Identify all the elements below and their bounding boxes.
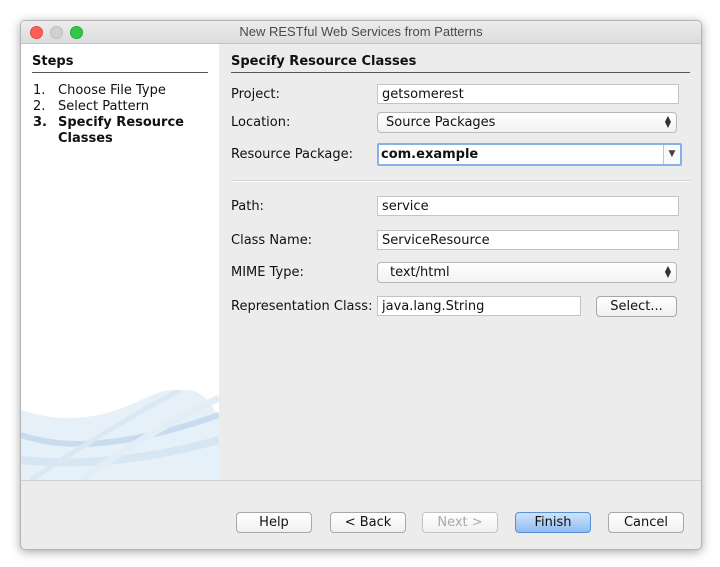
- wizard-window: New RESTful Web Services from Patterns S…: [20, 20, 702, 550]
- cancel-button[interactable]: Cancel: [608, 512, 684, 533]
- mime-type-select[interactable]: text/html ▲ ▼: [377, 262, 677, 283]
- resource-package-value[interactable]: com.example: [381, 147, 478, 162]
- project-field[interactable]: [377, 84, 679, 104]
- steps-divider: [32, 72, 208, 73]
- mime-type-value: text/html: [390, 265, 450, 280]
- select-class-button[interactable]: Select...: [596, 296, 677, 317]
- heading-divider: [231, 72, 690, 73]
- steps-heading: Steps: [32, 54, 74, 69]
- location-label: Location:: [231, 115, 291, 130]
- step-number: 2.: [33, 99, 46, 114]
- next-button[interactable]: Next >: [422, 512, 498, 533]
- step-number: 1.: [33, 83, 46, 98]
- path-field[interactable]: [377, 196, 679, 216]
- step-label: Choose File Type: [58, 83, 166, 98]
- project-label: Project:: [231, 87, 280, 102]
- resource-package-combo[interactable]: com.example ▼: [377, 143, 682, 166]
- title-bar: New RESTful Web Services from Patterns: [21, 21, 701, 44]
- select-arrows-icon: ▲ ▼: [664, 114, 671, 129]
- class-name-field[interactable]: [377, 230, 679, 250]
- select-arrows-icon: ▲ ▼: [664, 264, 671, 279]
- content-panel: Specify Resource Classes Project: Locati…: [219, 44, 701, 480]
- footer-divider: [21, 480, 701, 481]
- chevron-down-icon[interactable]: ▼: [663, 145, 680, 164]
- class-name-label: Class Name:: [231, 233, 313, 248]
- resource-package-label: Resource Package:: [231, 147, 354, 162]
- representation-class-field[interactable]: [377, 296, 581, 316]
- help-button[interactable]: Help: [236, 512, 312, 533]
- finish-button[interactable]: Finish: [515, 512, 591, 533]
- back-button[interactable]: < Back: [330, 512, 406, 533]
- location-select[interactable]: Source Packages ▲ ▼: [377, 112, 677, 133]
- mime-type-label: MIME Type:: [231, 265, 304, 280]
- decorative-swoosh-graphic: [21, 390, 219, 480]
- path-label: Path:: [231, 199, 264, 214]
- steps-panel: Steps 1. Choose File Type 2. Select Patt…: [21, 44, 219, 480]
- section-divider: [231, 180, 690, 182]
- representation-class-label: Representation Class:: [231, 299, 373, 314]
- window-title: New RESTful Web Services from Patterns: [239, 24, 483, 39]
- location-value: Source Packages: [386, 115, 496, 130]
- step-label: Select Pattern: [58, 99, 150, 114]
- step-number: 3.: [33, 115, 47, 130]
- step-label: Specify Resource Classes: [58, 115, 184, 146]
- page-heading: Specify Resource Classes: [231, 54, 417, 69]
